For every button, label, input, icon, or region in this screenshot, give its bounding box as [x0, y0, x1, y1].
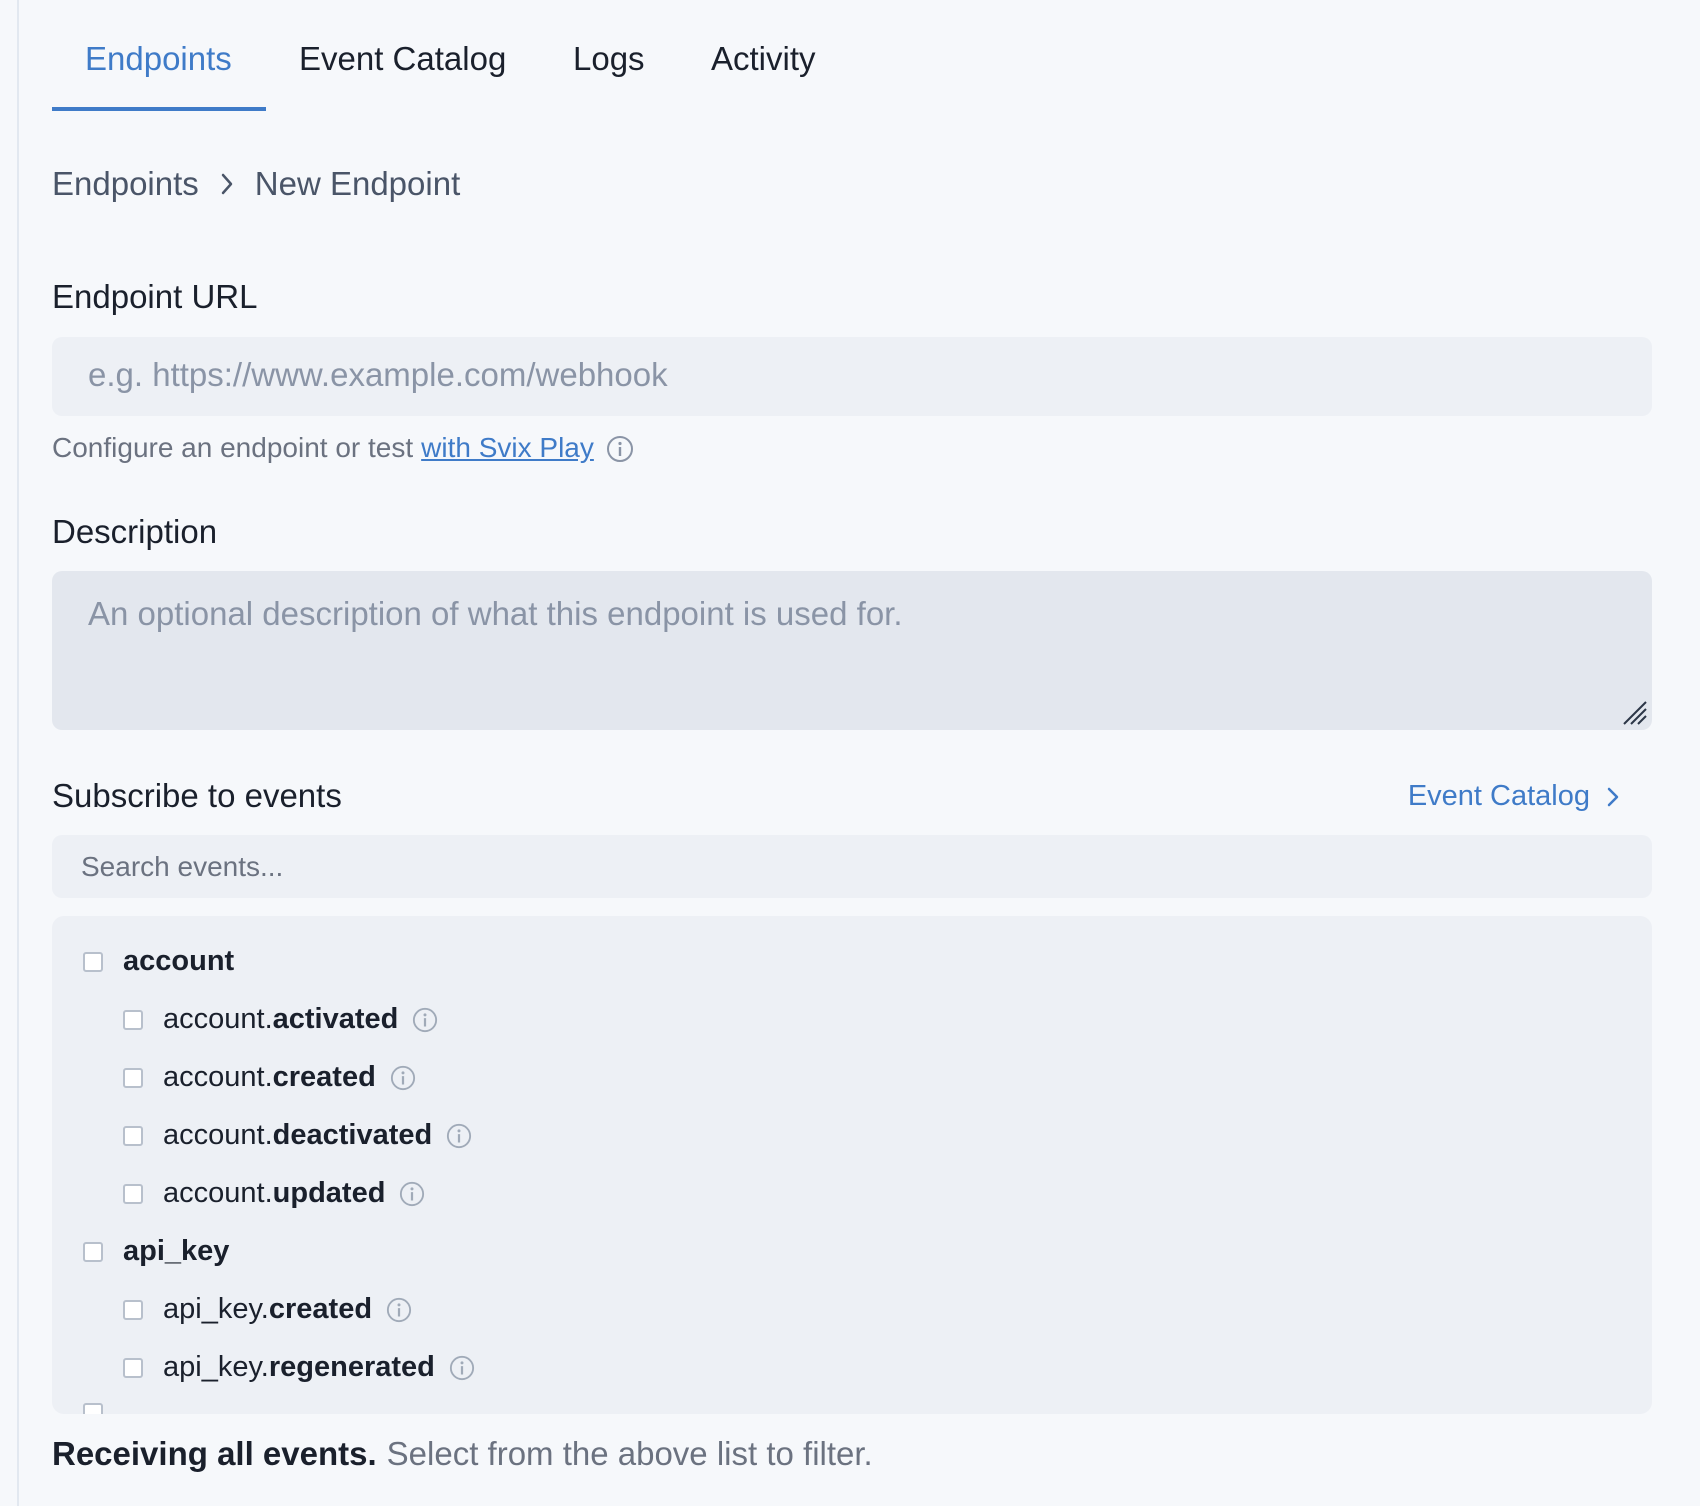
event-group-clipped	[83, 1403, 123, 1414]
checkbox-api-key-created[interactable]	[123, 1299, 143, 1320]
event-catalog-link-label: Event Catalog	[1407, 780, 1590, 812]
event-item: api_key.created	[123, 1293, 412, 1326]
checkbox-account-deactivated[interactable]	[123, 1125, 143, 1146]
tab-bar: Endpoints Event Catalog Logs Activity	[52, 0, 1652, 112]
info-icon[interactable]	[412, 1007, 438, 1033]
description-textarea[interactable]: An optional description of what this end…	[52, 571, 1652, 730]
endpoint-url-help: Configure an endpoint or test with Svix …	[52, 432, 633, 464]
event-name: account.activated	[163, 1003, 399, 1035]
subscribe-events-title: Subscribe to events	[52, 777, 342, 814]
event-item: account.created	[123, 1061, 416, 1094]
event-item: api_key.regenerated	[123, 1351, 475, 1384]
chevron-right-icon	[199, 172, 255, 196]
resize-handle-icon[interactable]	[1620, 698, 1648, 726]
event-catalog-link[interactable]: Event Catalog	[1408, 780, 1620, 813]
info-icon[interactable]	[386, 1297, 412, 1323]
checkbox-account[interactable]	[83, 951, 103, 972]
tab-endpoints[interactable]: Endpoints	[85, 40, 232, 78]
event-item: account.deactivated	[123, 1119, 472, 1152]
event-name: account.updated	[163, 1177, 386, 1209]
info-icon[interactable]	[449, 1355, 475, 1381]
main-content: Endpoints Event Catalog Logs Activity En…	[52, 0, 1652, 1472]
description-label: Description	[52, 513, 218, 550]
tab-activity[interactable]: Activity	[711, 40, 816, 78]
endpoint-url-placeholder: e.g. https://www.example.com/webhook	[88, 356, 668, 393]
checkbox-api-key[interactable]	[83, 1241, 103, 1262]
filter-hint-text: Select from the above list to filter.	[386, 1435, 873, 1472]
receiving-events-note: Receiving all events. Select from the abo…	[52, 1435, 873, 1473]
info-icon[interactable]	[446, 1123, 472, 1149]
event-group-label: api_key	[123, 1235, 230, 1267]
info-icon[interactable]	[606, 435, 633, 462]
checkbox-clipped[interactable]	[83, 1403, 103, 1414]
event-item: account.activated	[123, 1003, 438, 1036]
event-item: account.updated	[123, 1177, 425, 1210]
event-group-account: account	[83, 945, 234, 978]
description-placeholder: An optional description of what this end…	[88, 595, 903, 632]
receiving-all-events-text: Receiving all events.	[52, 1435, 377, 1472]
search-events-input[interactable]: Search events...	[52, 835, 1652, 898]
chevron-right-icon	[1607, 787, 1619, 806]
tab-logs[interactable]: Logs	[573, 40, 645, 78]
event-name: api_key.created	[163, 1293, 373, 1325]
event-name: account.created	[163, 1061, 376, 1093]
left-border	[17, 0, 19, 1506]
event-name: api_key.regenerated	[163, 1351, 435, 1383]
event-name: account.deactivated	[163, 1119, 433, 1151]
checkbox-account-activated[interactable]	[123, 1009, 143, 1030]
event-group-api-key: api_key	[83, 1235, 229, 1268]
active-tab-indicator	[52, 107, 266, 111]
info-icon[interactable]	[390, 1065, 416, 1091]
breadcrumb-endpoints-link[interactable]: Endpoints	[52, 165, 199, 203]
endpoint-url-label: Endpoint URL	[52, 278, 258, 315]
breadcrumb: Endpoints New Endpoint	[52, 165, 460, 203]
svix-play-link[interactable]: with Svix Play	[421, 432, 594, 464]
page: Endpoints Event Catalog Logs Activity En…	[0, 0, 1700, 1506]
tab-event-catalog[interactable]: Event Catalog	[299, 40, 506, 78]
search-events-placeholder: Search events...	[81, 850, 284, 882]
info-icon[interactable]	[399, 1181, 425, 1207]
breadcrumb-current: New Endpoint	[254, 165, 461, 202]
endpoint-url-input[interactable]: e.g. https://www.example.com/webhook	[52, 337, 1652, 416]
checkbox-account-updated[interactable]	[123, 1183, 143, 1204]
help-text: Configure an endpoint or test	[52, 432, 414, 463]
checkbox-api-key-regenerated[interactable]	[123, 1357, 143, 1378]
event-group-label: account	[123, 945, 235, 977]
checkbox-account-created[interactable]	[123, 1067, 143, 1088]
event-list: account account.activated account.create…	[52, 916, 1652, 1414]
